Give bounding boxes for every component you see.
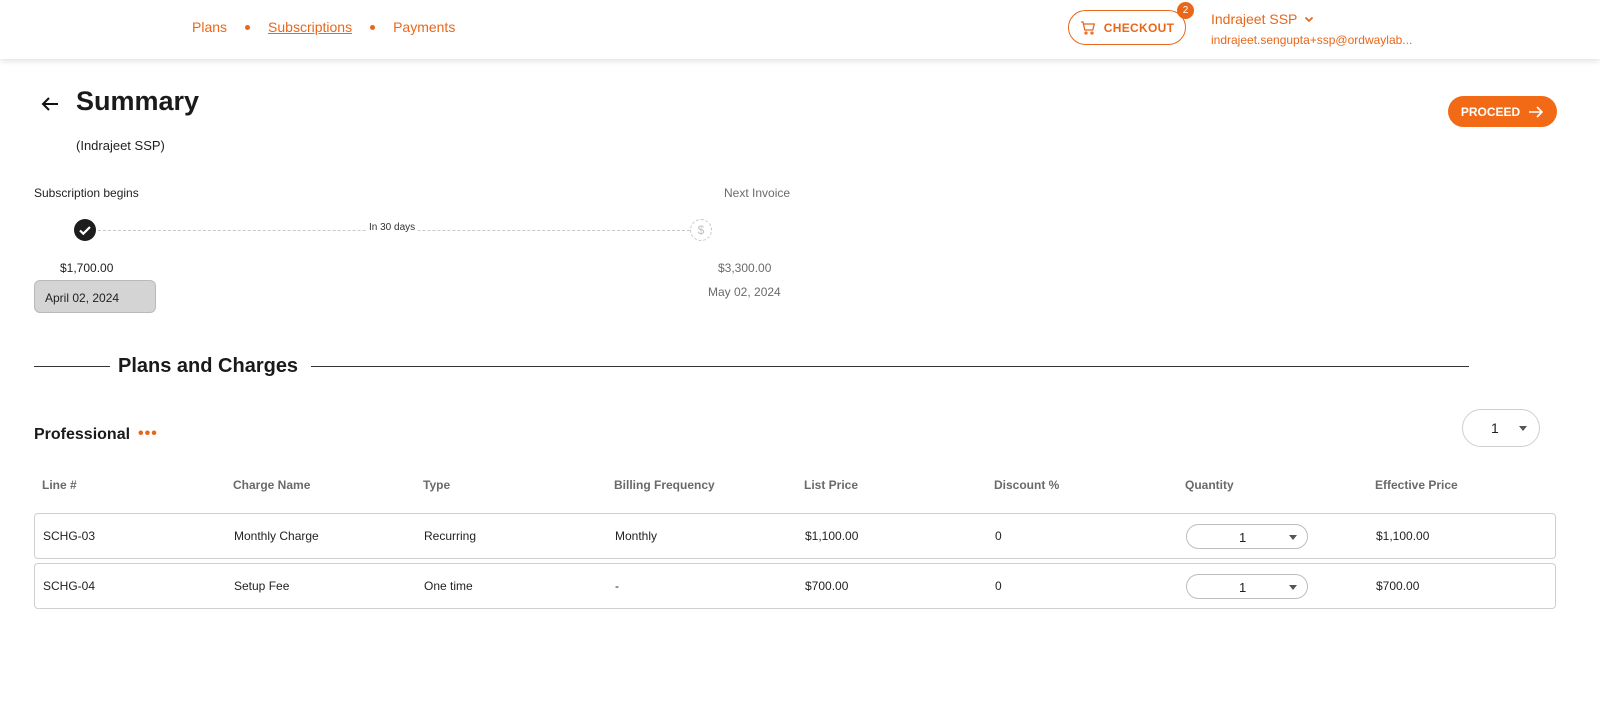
cell-billing-frequency: - [615, 579, 619, 593]
cell-discount: 0 [995, 529, 1002, 543]
cell-list-price: $700.00 [805, 579, 849, 593]
plan-name: Professional [34, 426, 131, 443]
column-header-list-price: List Price [804, 478, 859, 492]
caret-down-icon [1519, 426, 1527, 431]
user-email: indrajeet.sengupta+ssp@ordwaylab... [1211, 33, 1413, 47]
table-row: SCHG-04 Setup Fee One time - $700.00 0 1… [34, 563, 1556, 609]
check-circle-icon [74, 219, 96, 241]
nav-payments[interactable]: Payments [393, 19, 455, 35]
column-header-line: Line # [42, 478, 77, 492]
chevron-down-icon [1305, 16, 1314, 23]
nav-separator-dot [245, 24, 251, 30]
plan-quantity-select[interactable]: 1 [1462, 409, 1540, 447]
cell-discount: 0 [995, 579, 1002, 593]
page-title: Summary [76, 86, 200, 116]
cell-charge-name: Monthly Charge [234, 529, 319, 543]
cell-line: SCHG-04 [43, 579, 96, 593]
nav-separator-dot [370, 24, 376, 30]
cart-count-badge: 2 [1177, 2, 1194, 19]
plan-quantity-value: 1 [1491, 420, 1499, 436]
subscription-begins-label: Subscription begins [34, 186, 139, 200]
quantity-select[interactable]: 1 [1186, 524, 1308, 549]
proceed-button[interactable]: PROCEED [1448, 96, 1557, 127]
timeline-interval: In 30 days [366, 222, 419, 233]
arrow-right-icon [1529, 105, 1544, 118]
quantity-value: 1 [1239, 580, 1247, 595]
begin-amount: $1,700.00 [60, 261, 114, 275]
cell-effective-price: $700.00 [1376, 579, 1420, 593]
column-header-quantity: Quantity [1185, 478, 1234, 492]
section-divider-right [311, 366, 1469, 367]
proceed-label: PROCEED [1460, 104, 1521, 119]
nav-plans[interactable]: Plans [192, 19, 227, 35]
checkout-label: CHECKOUT [1103, 20, 1175, 35]
quantity-select[interactable]: 1 [1186, 574, 1308, 599]
column-header-discount: Discount % [994, 478, 1060, 492]
table-row: SCHG-03 Monthly Charge Recurring Monthly… [34, 513, 1556, 559]
next-invoice-date: May 02, 2024 [708, 285, 781, 299]
nav-subscriptions[interactable]: Subscriptions [268, 19, 352, 35]
cell-type: One time [424, 579, 473, 593]
column-header-type: Type [423, 478, 451, 492]
column-header-effective-price: Effective Price [1375, 478, 1458, 492]
cell-billing-frequency: Monthly [615, 529, 658, 543]
caret-down-icon [1289, 534, 1297, 540]
column-header-billing-frequency: Billing Frequency [614, 478, 715, 492]
cell-list-price: $1,100.00 [805, 529, 859, 543]
begin-date-field[interactable]: April 02, 2024 [34, 280, 156, 313]
cell-type: Recurring [424, 529, 477, 543]
page-subtitle: (Indrajeet SSP) [76, 138, 165, 153]
cart-icon [1080, 20, 1095, 35]
next-invoice-label: Next Invoice [724, 186, 791, 200]
user-menu[interactable]: Indrajeet SSP indrajeet.sengupta+ssp@ord… [1211, 11, 1412, 47]
section-divider-left [34, 366, 110, 367]
dollar-circle-icon: $ [690, 219, 712, 241]
user-name-toggle[interactable]: Indrajeet SSP [1211, 11, 1412, 27]
column-header-charge-name: Charge Name [233, 478, 311, 492]
checkout-button[interactable]: CHECKOUT [1068, 10, 1186, 45]
main-nav: Plans Subscriptions Payments [192, 19, 455, 35]
quantity-value: 1 [1239, 530, 1247, 545]
section-title: Plans and Charges [118, 355, 299, 377]
cell-line: SCHG-03 [43, 529, 96, 543]
back-arrow-icon[interactable] [38, 92, 62, 116]
table-header: Line # Charge Name Type Billing Frequenc… [34, 478, 1556, 498]
cell-charge-name: Setup Fee [234, 579, 290, 593]
top-bar: Plans Subscriptions Payments CHECKOUT 2 … [0, 0, 1600, 59]
caret-down-icon [1289, 584, 1297, 590]
cell-effective-price: $1,100.00 [1376, 529, 1430, 543]
more-options-icon[interactable]: ••• [138, 425, 158, 443]
user-name: Indrajeet SSP [1211, 11, 1298, 27]
next-invoice-amount: $3,300.00 [718, 261, 772, 275]
